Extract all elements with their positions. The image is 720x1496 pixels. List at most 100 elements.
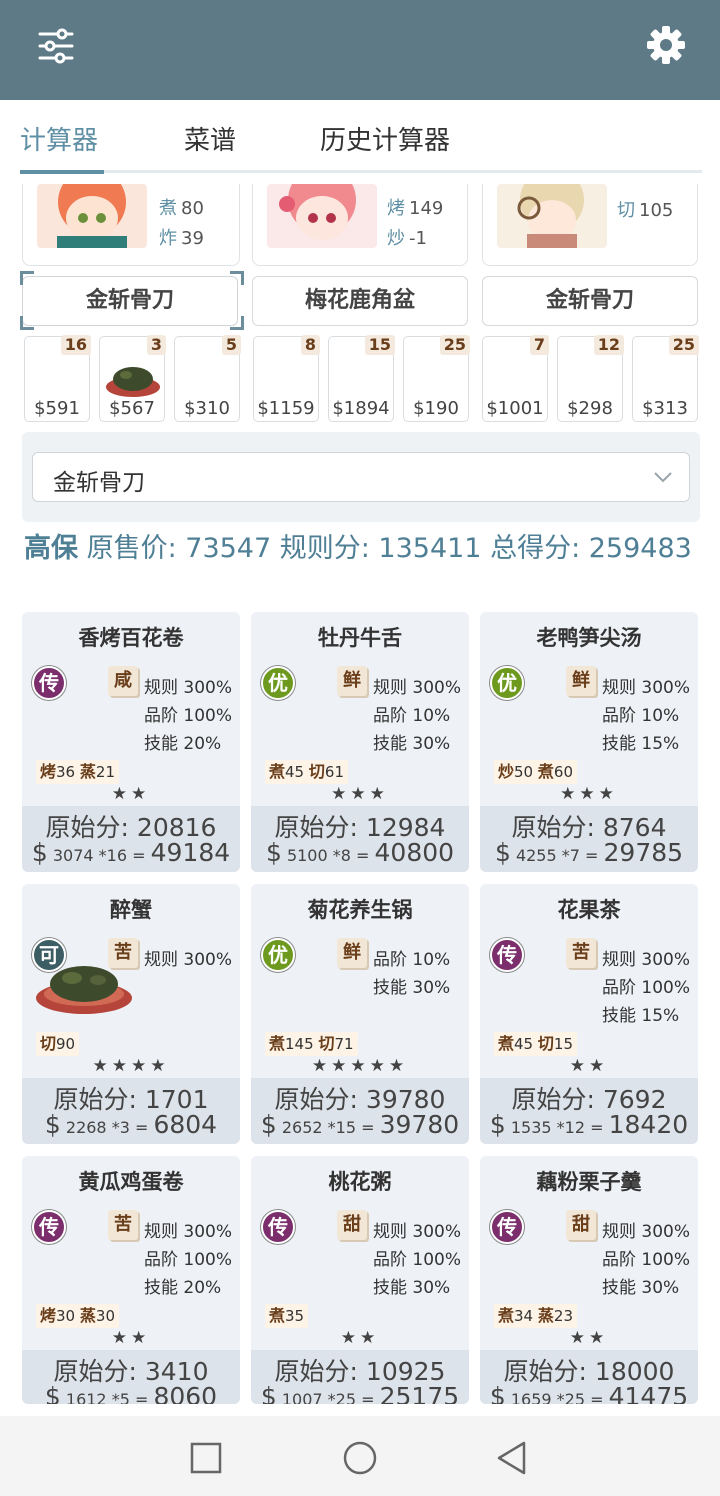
dish-card[interactable]: 菊花养生锅优鲜品阶 10% 技能 30% 煮145 切71 ★★★★★ 原始分: 397… bbox=[251, 884, 469, 1144]
slot-quantity: 5 bbox=[221, 335, 241, 355]
taste-badge: 苦 bbox=[108, 1210, 138, 1240]
taste-badge: 鲜 bbox=[337, 666, 367, 696]
skill-name: 炸 bbox=[159, 228, 177, 249]
dish-name: 牡丹牛舌 bbox=[318, 626, 402, 650]
equipment-slot-2[interactable]: 梅花鹿角盆 bbox=[252, 276, 468, 326]
modifier: 规则 300% bbox=[602, 950, 691, 970]
tab-divider bbox=[22, 170, 702, 173]
dish-card[interactable]: 老鸭笋尖汤优鲜规则 300% 品阶 10% 技能 15% 炒50 煮60 ★★★ 原始分:… bbox=[480, 612, 698, 872]
price-calculation: $ 5100 *8 = 40800 bbox=[265, 838, 455, 867]
dish-card[interactable]: 香烤百花卷传咸规则 300% 品阶 100% 技能 20% 烤36 蒸21 ★★ 原始分:… bbox=[22, 612, 240, 872]
slot-quantity: 25 bbox=[439, 335, 470, 355]
sliders-icon[interactable] bbox=[36, 26, 76, 66]
chef-card-3[interactable]: 切 105 bbox=[482, 184, 698, 266]
rarity-badge: 优 bbox=[490, 666, 524, 700]
modifier: 规则 300% bbox=[144, 678, 233, 698]
modifier: 品阶 10% bbox=[373, 950, 451, 970]
slot-quantity: 15 bbox=[364, 335, 395, 355]
slot-price: $298 bbox=[567, 398, 613, 419]
price-calculation: $ 4255 *7 = 29785 bbox=[494, 838, 684, 867]
multiplier: *3 bbox=[111, 1118, 130, 1137]
price-calculation: $ 1535 *12 = 18420 bbox=[489, 1110, 689, 1139]
square-icon[interactable] bbox=[190, 1442, 222, 1474]
unit-price: 1659 bbox=[510, 1390, 552, 1404]
score-panel: 原始分: 20816 $ 3074 *16 = 49184 bbox=[22, 806, 240, 872]
unit-price: 2268 bbox=[65, 1118, 107, 1137]
selection-corner bbox=[20, 271, 34, 285]
score-panel: 原始分: 12984 $ 5100 *8 = 40800 bbox=[251, 806, 469, 872]
slot-price: $313 bbox=[642, 398, 688, 419]
gear-icon[interactable] bbox=[645, 24, 687, 66]
equipment-slot-1[interactable]: 金斩骨刀 bbox=[22, 276, 238, 326]
triangle-back-icon[interactable] bbox=[496, 1440, 528, 1476]
score-panel: 原始分: 39780 $ 2652 *15 = 39780 bbox=[251, 1078, 469, 1144]
tab-history-calculator[interactable]: 历史计算器 bbox=[320, 120, 450, 157]
rarity-badge: 传 bbox=[490, 938, 524, 972]
dish-card[interactable]: 牡丹牛舌优鲜规则 300% 品阶 10% 技能 30% 煮45 切61 ★★★ 原始分: … bbox=[251, 612, 469, 872]
skill-type: 切 bbox=[308, 762, 325, 781]
modifier: 技能 30% bbox=[373, 1278, 451, 1298]
dollar-icon: $ bbox=[260, 1382, 277, 1404]
skill-requirements: 煮45 切61 bbox=[265, 760, 348, 784]
recipe-slot[interactable]: 5 $310 bbox=[174, 335, 241, 422]
rarity-badge: 传 bbox=[32, 1210, 66, 1244]
modifier: 品阶 100% bbox=[602, 1250, 691, 1270]
modifier: 技能 30% bbox=[373, 978, 451, 998]
skill-requirements: 煮35 bbox=[265, 1304, 309, 1328]
total-price: 41475 bbox=[608, 1382, 689, 1404]
modifier: 品阶 10% bbox=[373, 706, 451, 726]
rarity-badge: 优 bbox=[261, 938, 295, 972]
recipe-slot[interactable]: 25 $313 bbox=[632, 335, 699, 422]
chef-card-1[interactable]: 煮 80 炸 39 bbox=[22, 184, 240, 266]
skill-value: 39 bbox=[181, 228, 204, 249]
tab-recipes[interactable]: 菜谱 bbox=[184, 120, 236, 157]
star-rating: ★★ bbox=[340, 1328, 380, 1348]
tab-calculator[interactable]: 计算器 bbox=[20, 120, 98, 157]
modifier: 品阶 10% bbox=[602, 706, 680, 726]
multiplier: *12 bbox=[556, 1118, 586, 1137]
slot-price: $1159 bbox=[257, 398, 315, 419]
chevron-down-icon bbox=[654, 472, 672, 483]
modifier: 规则 300% bbox=[602, 678, 691, 698]
dollar-icon: $ bbox=[489, 1382, 506, 1404]
unit-price: 1612 bbox=[65, 1390, 107, 1404]
score-panel: 原始分: 10925 $ 1007 *25 = 25175 bbox=[251, 1350, 469, 1404]
total-price: 8060 bbox=[153, 1382, 218, 1404]
chef-card-2[interactable]: 烤 149 炒 -1 bbox=[252, 184, 468, 266]
slot-quantity: 7 bbox=[529, 335, 549, 355]
equipment-select-panel: 金斩骨刀 bbox=[22, 432, 700, 522]
recipe-slot[interactable]: 25 $190 bbox=[403, 335, 470, 422]
skill-name: 切 bbox=[617, 200, 635, 221]
skill-value: 149 bbox=[409, 198, 444, 219]
skill-amount: 60 bbox=[553, 763, 573, 781]
modifier: 技能 30% bbox=[373, 734, 451, 754]
price-calculation: $ 2268 *3 = 6804 bbox=[44, 1110, 218, 1139]
skill-value: 80 bbox=[181, 198, 204, 219]
dish-name: 黄瓜鸡蛋卷 bbox=[78, 1170, 184, 1194]
dish-name: 老鸭笋尖汤 bbox=[536, 626, 642, 650]
price-calculation: $ 2652 *15 = 39780 bbox=[260, 1110, 460, 1139]
modifier: 品阶 100% bbox=[602, 978, 691, 998]
recipe-slot[interactable]: 16 $591 bbox=[24, 335, 91, 422]
skill-amount: 45 bbox=[514, 1035, 534, 1053]
skill-type: 蒸 bbox=[79, 762, 96, 781]
recipe-slot[interactable]: 8 $1159 bbox=[253, 335, 320, 422]
recipe-slot[interactable]: 12 $298 bbox=[557, 335, 624, 422]
dish-card[interactable]: 黄瓜鸡蛋卷传苦规则 300% 品阶 100% 技能 20% 烤30 蒸30 ★★ 原始分:… bbox=[22, 1156, 240, 1404]
circle-icon[interactable] bbox=[342, 1440, 378, 1476]
dish-card[interactable]: 桃花粥传 甜规则 300% 品阶 100% 技能 30% 煮35 ★★ 原始分: 10925… bbox=[251, 1156, 469, 1404]
skill-type: 煮 bbox=[269, 1306, 286, 1325]
dish-card[interactable]: 藕粉栗子羹传甜规则 300% 品阶 100% 技能 30% 煮34 蒸23 ★★ 原始分:… bbox=[480, 1156, 698, 1404]
skill-requirements: 切90 bbox=[36, 1032, 80, 1056]
equipment-slot-3[interactable]: 金斩骨刀 bbox=[482, 276, 698, 326]
recipe-slot[interactable]: 3 $567 bbox=[99, 335, 166, 422]
skill-amount: 36 bbox=[56, 763, 76, 781]
equipment-select[interactable]: 金斩骨刀 bbox=[32, 452, 690, 502]
dish-card[interactable]: 花果茶传苦规则 300% 品阶 100% 技能 15% 煮45 切15 ★★ 原始分: 7… bbox=[480, 884, 698, 1144]
total-price: 49184 bbox=[150, 838, 231, 867]
dish-card[interactable]: 醉蟹可苦规则 300% 切90 ★★★★ 原始分: 1701 $ 2268 *3 = 6… bbox=[22, 884, 240, 1144]
recipe-slot[interactable]: 15 $1894 bbox=[328, 335, 395, 422]
modifier: 品阶 100% bbox=[144, 1250, 233, 1270]
total-price: 29785 bbox=[603, 838, 684, 867]
recipe-slot[interactable]: 7 $1001 bbox=[482, 335, 549, 422]
